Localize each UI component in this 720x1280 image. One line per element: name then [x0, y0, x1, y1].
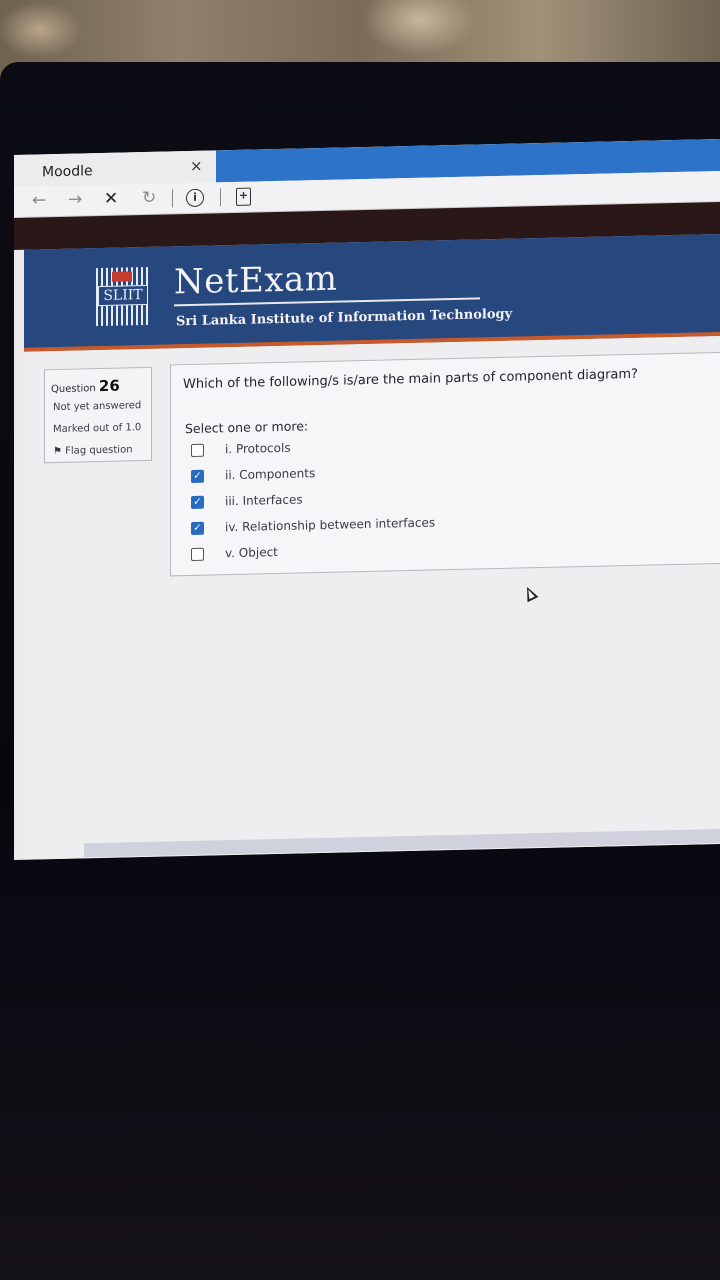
flag-icon: ⚑ — [53, 445, 62, 458]
close-tab-icon[interactable]: × — [190, 157, 203, 175]
back-arrow-icon[interactable]: ← — [32, 190, 46, 210]
checkbox-checked[interactable]: ✓ — [191, 521, 204, 535]
question-info-panel: Question 26 Not yet answered Marked out … — [44, 366, 152, 464]
stop-icon[interactable]: ✕ — [104, 189, 118, 209]
option-label: iii. Interfaces — [225, 492, 303, 509]
site-header: SLIIT NetExam Sri Lanka Institute of Inf… — [24, 233, 720, 352]
site-info-icon[interactable]: i — [186, 188, 204, 208]
flag-question-link[interactable]: ⚑ Flag question — [53, 444, 133, 457]
browser-tab[interactable]: Moodle × — [14, 150, 216, 187]
option-label: i. Protocols — [225, 440, 291, 457]
question-number-value: 26 — [98, 376, 120, 396]
answer-prompt: Select one or more: — [185, 418, 309, 437]
checkbox-checked[interactable]: ✓ — [191, 495, 204, 509]
question-text: Which of the following/s is/are the main… — [183, 366, 638, 393]
tab-title: Moodle — [42, 163, 93, 181]
question-number: Question 26 — [51, 377, 120, 397]
question-box: Which of the following/s is/are the main… — [170, 351, 720, 577]
toolbar-divider — [220, 188, 221, 207]
option-label: iv. Relationship between interfaces — [225, 515, 436, 535]
checkbox-checked[interactable]: ✓ — [191, 469, 204, 483]
checkbox-unchecked[interactable] — [191, 443, 204, 457]
site-title: NetExam — [174, 258, 338, 303]
logo-crest — [112, 271, 132, 282]
quiz-content: Question 26 Not yet answered Marked out … — [24, 335, 720, 860]
question-marks: Marked out of 1.0 — [53, 422, 142, 436]
option-label: ii. Components — [225, 466, 316, 483]
question-status: Not yet answered — [53, 400, 142, 414]
forward-arrow-icon[interactable]: → — [68, 189, 82, 209]
option-label: v. Object — [225, 545, 278, 561]
reload-icon[interactable]: ↻ — [142, 188, 156, 208]
page-action-icon[interactable]: + — [236, 187, 251, 206]
monitor-screen: Moodle × ← → ✕ ↻ i + SLIIT NetExam Sri L… — [14, 138, 720, 860]
logo-text: SLIIT — [98, 284, 148, 307]
flag-question-label: Flag question — [65, 444, 133, 457]
toolbar-divider — [172, 189, 173, 208]
mouse-cursor-icon — [521, 584, 539, 603]
site-subtitle: Sri Lanka Institute of Information Techn… — [176, 306, 513, 330]
question-label: Question — [51, 383, 96, 396]
checkbox-unchecked[interactable] — [191, 547, 204, 561]
